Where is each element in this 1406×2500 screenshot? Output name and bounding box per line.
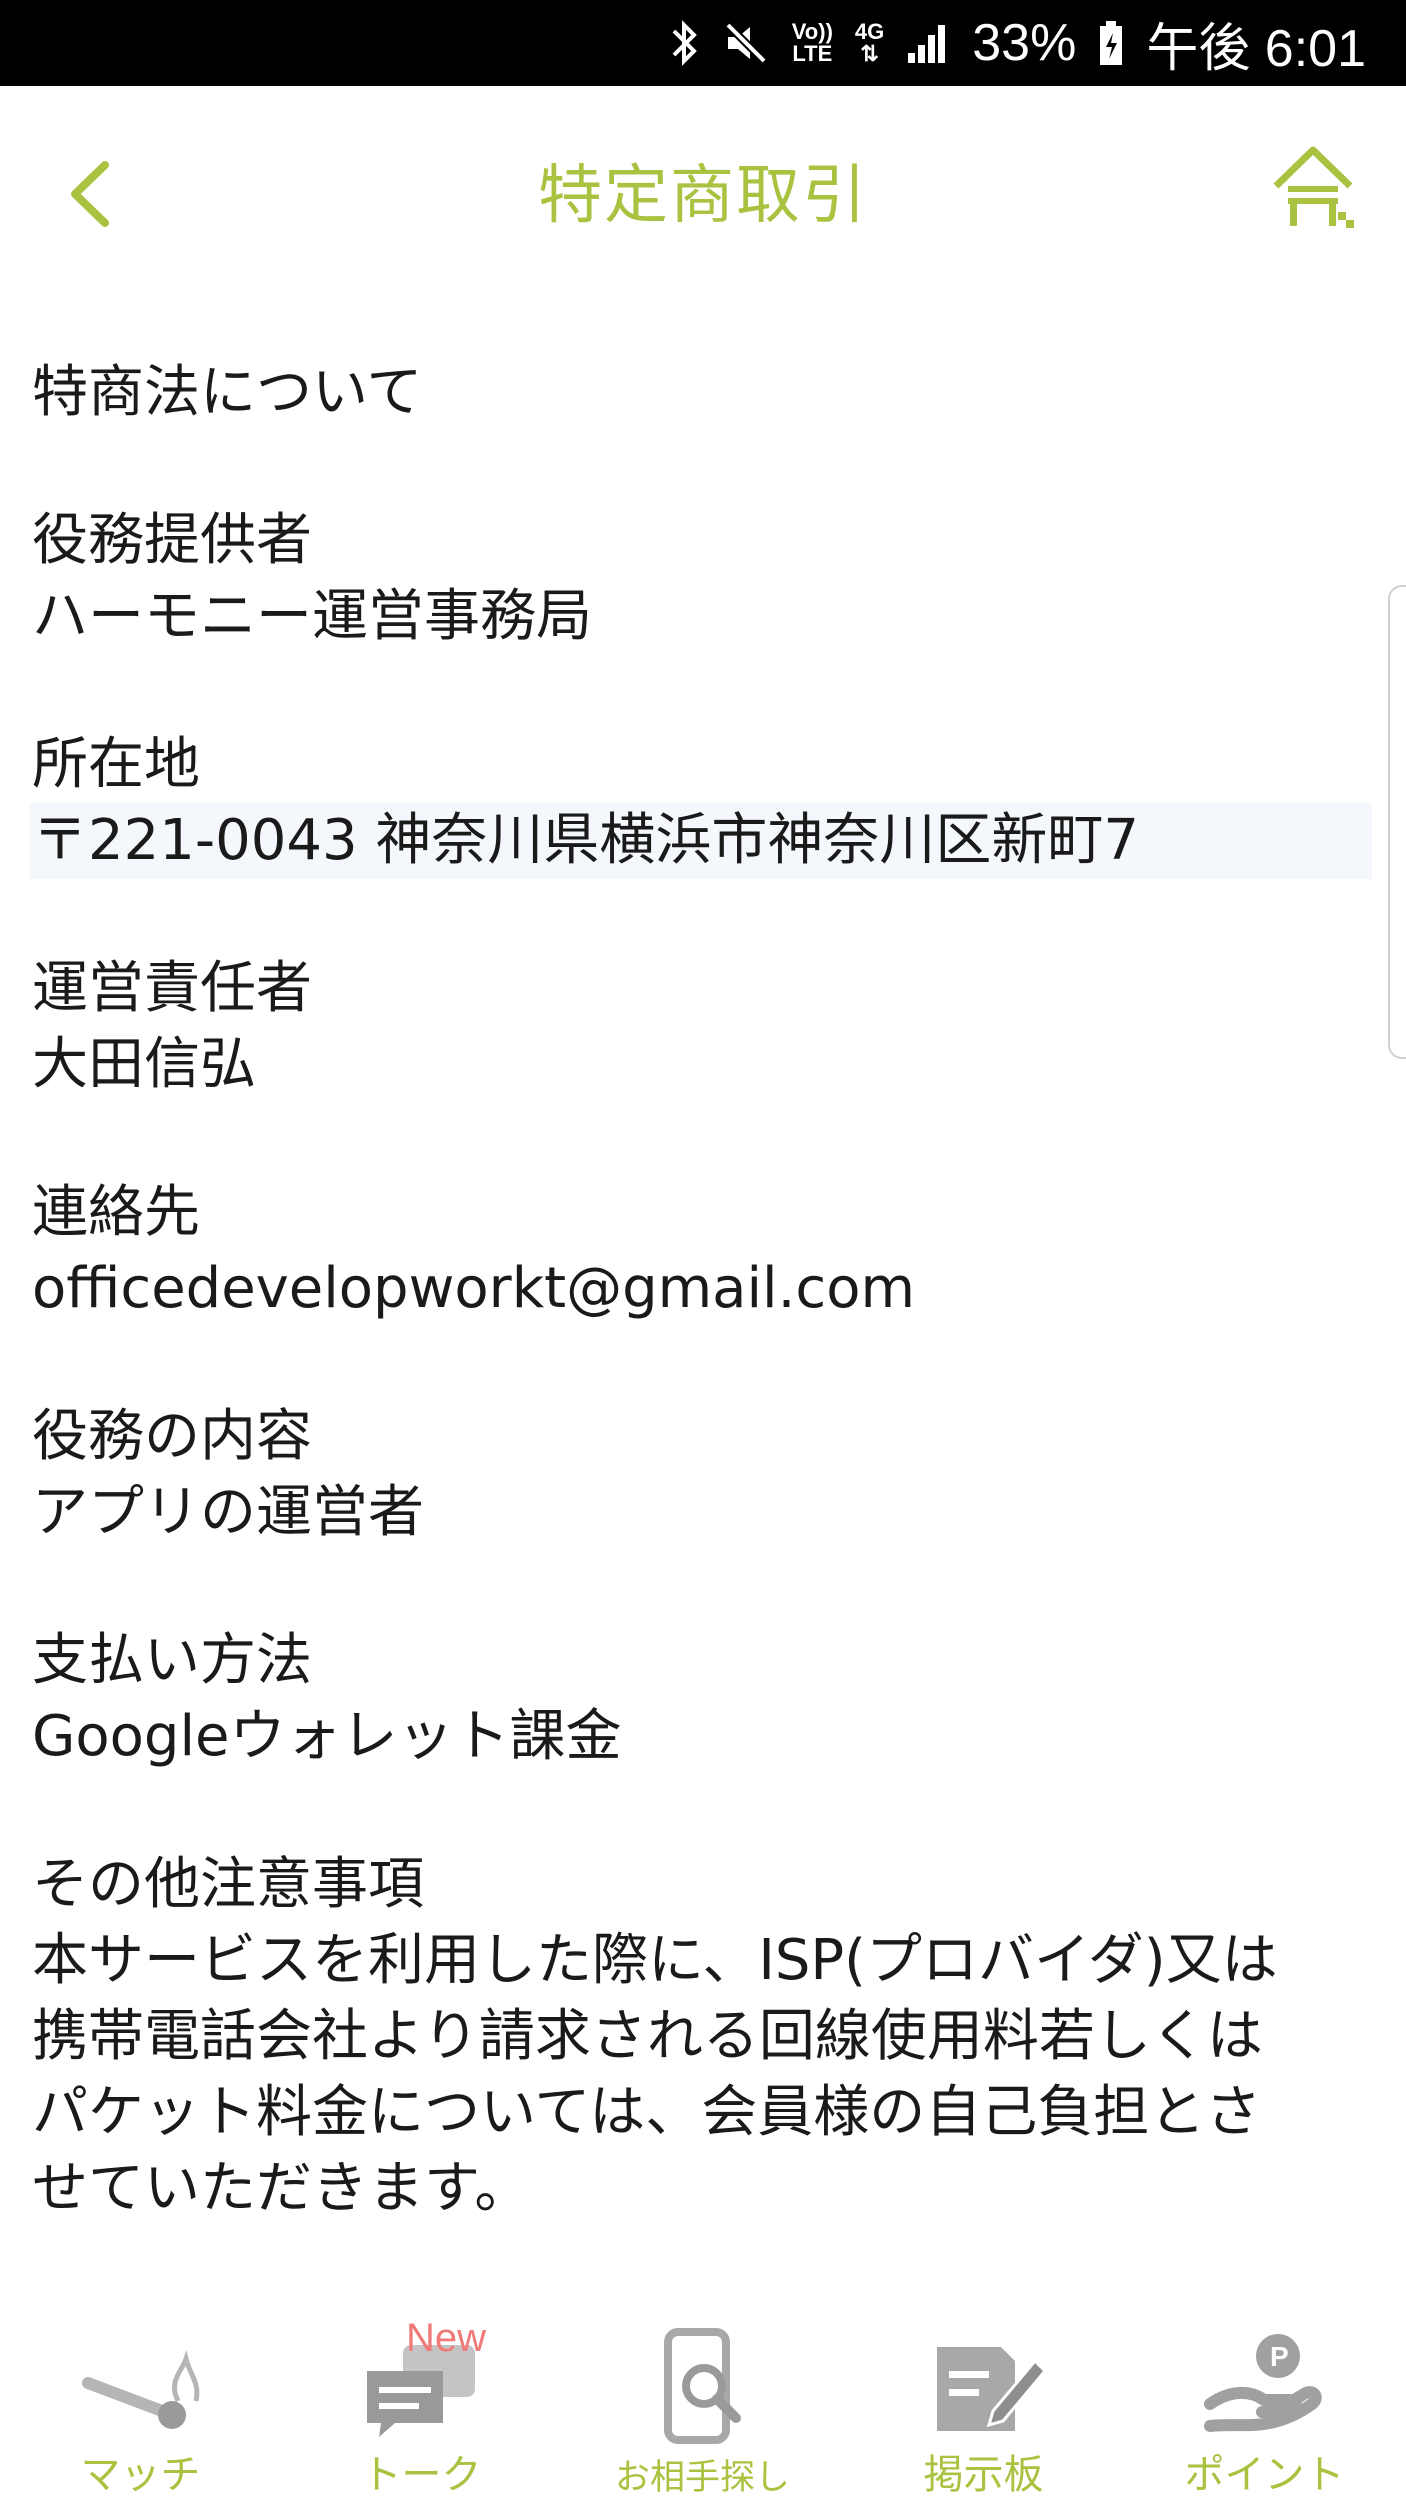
- content-heading: 特商法について: [32, 360, 423, 425]
- section-label: 所在地: [32, 732, 200, 797]
- nav-label: マッチ: [80, 2452, 201, 2498]
- contact-email[interactable]: officedevelopworkt@gmail.com: [32, 1251, 1372, 1327]
- nav-item-search-partner[interactable]: お相手探し: [562, 2300, 843, 2500]
- nav-label: ポイント: [1184, 2452, 1345, 2498]
- section-label: その他注意事項: [32, 1852, 424, 1917]
- nav-item-board[interactable]: 掲示板: [843, 2300, 1124, 2500]
- nav-item-talk[interactable]: New トーク: [281, 2300, 562, 2500]
- network-arrows: ⇅: [860, 41, 879, 66]
- notes-line: パケット料金については、会員様の自己負担とさ: [32, 2080, 1262, 2145]
- mute-icon: [722, 19, 770, 67]
- address-value[interactable]: 〒221-0043 神奈川県横浜市神奈川区新町7: [30, 803, 1372, 879]
- page-title: 特定商取引: [538, 159, 868, 233]
- bottom-nav: マッチ New トーク お相手探し 掲示板 P ポイント: [0, 2300, 1406, 2500]
- scroll-handle[interactable]: [1388, 585, 1406, 1059]
- section-value: Googleウォレット課金: [32, 1704, 622, 1769]
- contact-section: 連絡先 officedevelopworkt@gmail.com: [32, 1175, 1372, 1327]
- new-badge: New: [406, 2316, 487, 2360]
- status-bar: Vo)) LTE 4G ⇅ 33% 午後 6:01: [0, 0, 1406, 86]
- legal-content: 特商法について 役務提供者 ハーモニー運営事務局 所在地 〒221-0043 神…: [30, 355, 1372, 2227]
- section-label: 運営責任者: [32, 956, 312, 1021]
- battery-percent: 33%: [972, 14, 1077, 72]
- status-icons: Vo)) LTE 4G ⇅ 33% 午後 6:01: [670, 0, 1366, 86]
- section-label: 役務の内容: [32, 1404, 312, 1469]
- notes-line: せていただきます。: [32, 2156, 531, 2221]
- nav-label: 掲示板: [923, 2452, 1044, 2498]
- service-section: 役務の内容 アプリの運営者: [32, 1399, 1372, 1551]
- nav-item-point[interactable]: P ポイント: [1124, 2300, 1405, 2500]
- section-value: アプリの運営者: [32, 1480, 424, 1545]
- search-partner-icon: [562, 2316, 843, 2456]
- nav-item-match[interactable]: マッチ: [0, 2300, 281, 2500]
- app-header: 特定商取引: [0, 86, 1406, 306]
- section-label: 支払い方法: [32, 1628, 312, 1693]
- notes-line: 本サービスを利用した際に、ISP(プロバイダ)又は: [32, 1928, 1278, 1993]
- battery-icon: [1098, 19, 1124, 67]
- provider-section: 役務提供者 ハーモニー運営事務局: [32, 503, 1372, 655]
- section-label: 役務提供者: [32, 508, 312, 573]
- notes-section: その他注意事項 本サービスを利用した際に、ISP(プロバイダ)又は 携帯電話会社…: [32, 1847, 1372, 2227]
- home-button[interactable]: [1258, 132, 1368, 242]
- match-icon: [0, 2316, 281, 2456]
- board-icon: [843, 2316, 1124, 2456]
- manager-section: 運営責任者 大田信弘: [32, 951, 1372, 1103]
- volte-label: Vo)): [791, 19, 833, 44]
- lte-label: LTE: [792, 41, 833, 66]
- volte-icon: Vo)) LTE: [792, 21, 833, 65]
- home-icon: [1273, 146, 1354, 228]
- section-value: 大田信弘: [32, 1032, 256, 1097]
- nav-label: お相手探し: [614, 2458, 790, 2498]
- network-type-label: 4G: [854, 19, 885, 44]
- svg-text:P: P: [1270, 2341, 1289, 2372]
- payment-section: 支払い方法 Googleウォレット課金: [32, 1623, 1372, 1775]
- notes-line: 携帯電話会社より請求される回線使用料若しくは: [32, 2004, 1263, 2069]
- point-icon: P: [1124, 2316, 1405, 2456]
- section-label: 連絡先: [32, 1180, 200, 1245]
- clock: 午後 6:01: [1146, 19, 1366, 78]
- nav-label: トーク: [361, 2452, 482, 2498]
- network-4g-icon: 4G ⇅: [855, 21, 884, 65]
- signal-icon: [906, 21, 950, 65]
- bluetooth-icon: [670, 19, 700, 67]
- section-value: ハーモニー運営事務局: [32, 584, 592, 649]
- address-section: 所在地 〒221-0043 神奈川県横浜市神奈川区新町7: [30, 727, 1372, 879]
